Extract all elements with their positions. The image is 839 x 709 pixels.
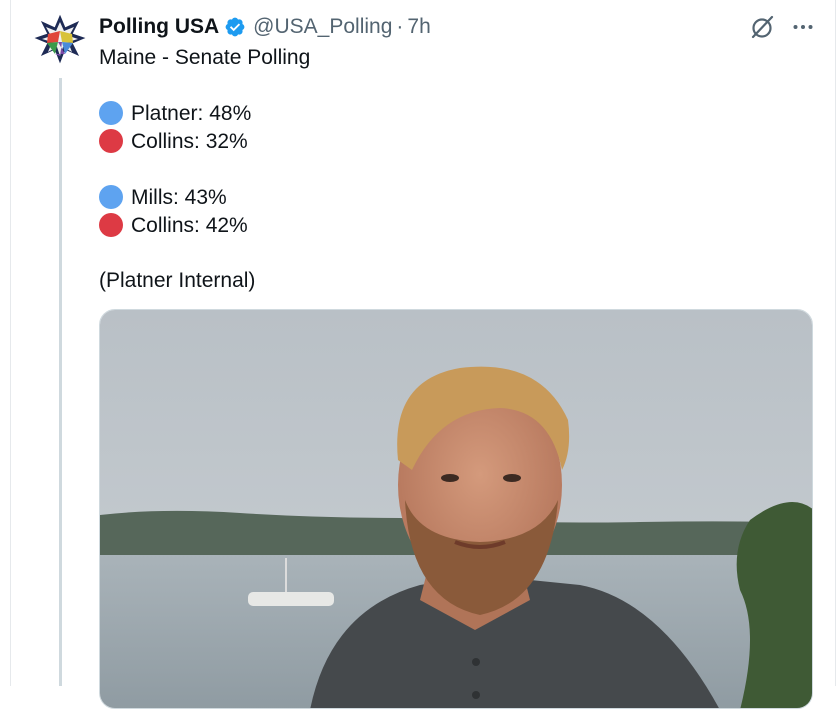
photo-illustration: [100, 310, 812, 708]
poll-line: Mills: 43%: [99, 183, 799, 211]
poll-line: Platner: 48%: [99, 99, 799, 127]
thread-connector-line: [59, 78, 62, 686]
tweet-media-photo[interactable]: [99, 309, 813, 709]
poll-line-text: Mills: 43%: [131, 185, 227, 209]
timestamp[interactable]: 7h: [407, 15, 430, 39]
user-handle[interactable]: @USA_Polling: [253, 15, 392, 39]
more-icon[interactable]: [791, 15, 815, 39]
blue-circle-icon: [99, 185, 123, 209]
poll-line-text: Platner: 48%: [131, 101, 252, 125]
display-name[interactable]: Polling USA: [99, 15, 219, 39]
poll-line-text: Collins: 42%: [131, 213, 248, 237]
separator-dot: ·: [396, 15, 404, 38]
tweet-title-line: Maine - Senate Polling: [99, 46, 311, 69]
footnote-line: (Platner Internal): [99, 269, 256, 292]
blue-circle-icon: [99, 101, 123, 125]
poll-line: Collins: 32%: [99, 127, 799, 155]
verified-badge-icon: [225, 17, 245, 37]
red-circle-icon: [99, 213, 123, 237]
tweet-actions-top: [749, 14, 815, 40]
grok-icon[interactable]: [749, 14, 775, 40]
poll-line-text: Collins: 32%: [131, 129, 248, 153]
red-circle-icon: [99, 129, 123, 153]
poll-line: Collins: 42%: [99, 211, 799, 239]
tweet-text: Maine - Senate Polling Platner: 48% Coll…: [99, 44, 799, 294]
tweet-header: Polling USA @USA_Polling · 7h: [99, 12, 431, 42]
avatar[interactable]: [34, 14, 86, 66]
